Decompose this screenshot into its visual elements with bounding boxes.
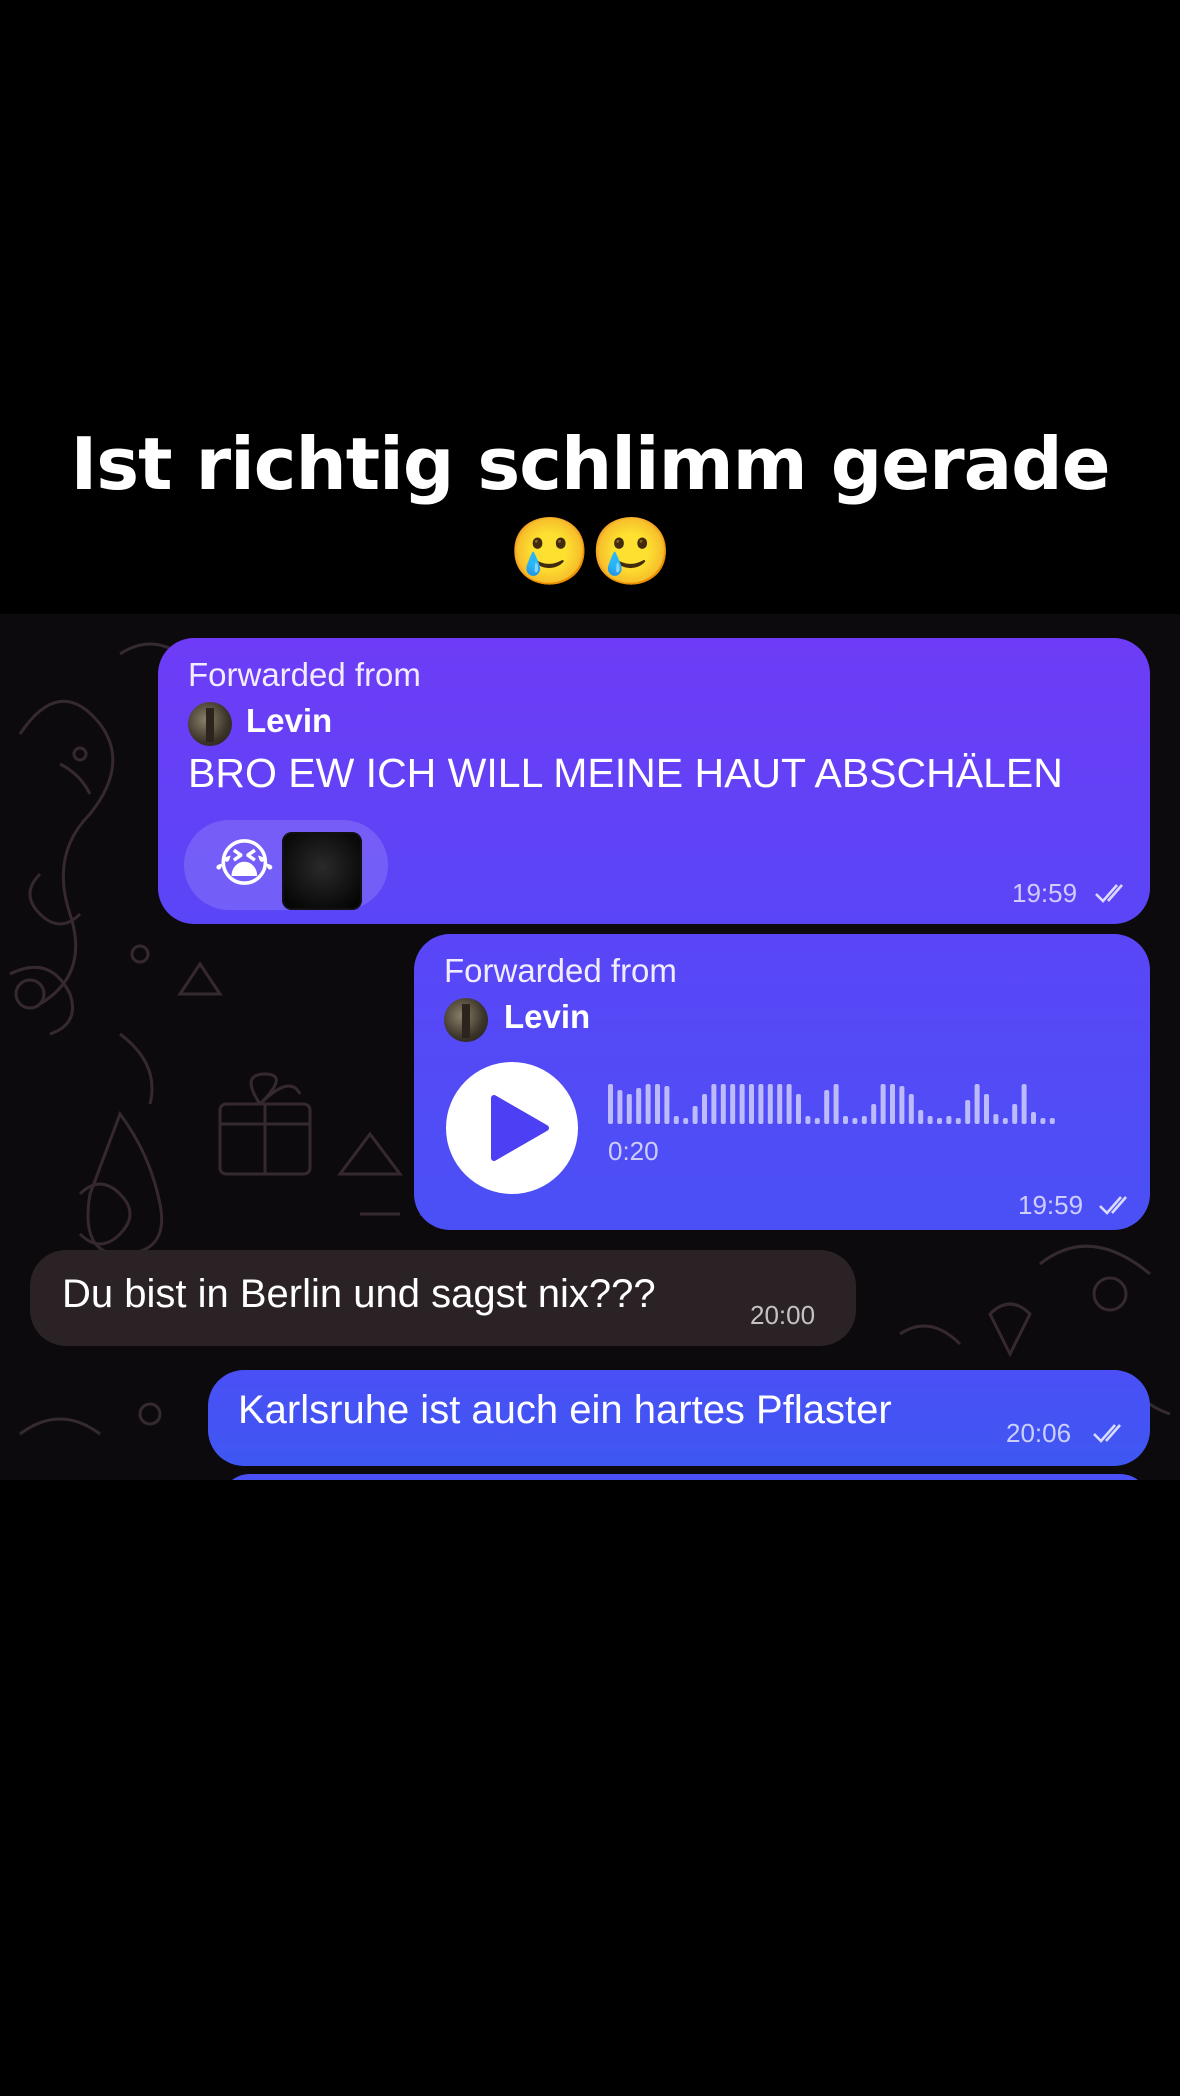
waveform-bar bbox=[955, 1118, 961, 1124]
waveform-bar bbox=[833, 1084, 839, 1124]
avatar[interactable] bbox=[188, 702, 232, 746]
waveform-bar bbox=[730, 1084, 736, 1124]
waveform-bar bbox=[937, 1118, 942, 1124]
waveform-bar bbox=[786, 1084, 792, 1124]
waveform-bar bbox=[683, 1118, 689, 1124]
caption-emoji-line: 🥲🥲 bbox=[508, 513, 672, 590]
waveform-bar bbox=[749, 1084, 754, 1124]
waveform-bar bbox=[1012, 1104, 1018, 1124]
forwarded-sender-name[interactable]: Levin bbox=[504, 998, 590, 1036]
waveform-bar bbox=[739, 1084, 745, 1124]
waveform-bar bbox=[993, 1114, 999, 1124]
voice-waveform[interactable] bbox=[608, 1074, 1098, 1134]
message-text: Karlsruhe ist auch ein hartes Pflaster bbox=[238, 1388, 892, 1432]
forwarded-from-label: Forwarded from bbox=[188, 656, 421, 693]
waveform-bar bbox=[720, 1084, 726, 1124]
waveform-bar bbox=[965, 1100, 971, 1124]
video-caption: Ist richtig schlimm gerade 🥲🥲 bbox=[0, 418, 1180, 594]
play-icon bbox=[491, 1095, 549, 1161]
waveform-bar bbox=[880, 1084, 886, 1124]
waveform-bar bbox=[702, 1094, 707, 1124]
black-square-emoji bbox=[282, 832, 362, 910]
avatar[interactable] bbox=[444, 998, 488, 1042]
waveform-bar bbox=[1021, 1084, 1027, 1124]
caption-line-1: Ist richtig schlimm gerade bbox=[70, 422, 1110, 506]
message-time: 19:59 bbox=[1012, 878, 1078, 908]
message-text: BRO EW ICH WILL MEINE HAUT ABSCHÄLEN bbox=[188, 750, 1063, 796]
waveform-bar bbox=[673, 1116, 679, 1124]
message-time: 19:59 bbox=[1018, 1190, 1084, 1220]
crying-face-reaction: 😭 bbox=[214, 835, 275, 893]
waveform-bar bbox=[1002, 1118, 1008, 1124]
waveform-bar bbox=[824, 1090, 830, 1124]
waveform-bar bbox=[927, 1116, 933, 1124]
message-time: 20:06 bbox=[1006, 1418, 1072, 1448]
waveform-bar bbox=[796, 1094, 801, 1124]
waveform-bar bbox=[843, 1116, 848, 1124]
waveform-bar bbox=[626, 1094, 632, 1124]
waveform-bar bbox=[767, 1084, 773, 1124]
waveform-bar bbox=[636, 1088, 642, 1124]
waveform-bar bbox=[890, 1084, 895, 1124]
voice-play-button[interactable] bbox=[446, 1062, 578, 1194]
double-check-icon bbox=[1093, 1424, 1121, 1443]
waveform-bar bbox=[871, 1104, 877, 1124]
waveform-bar bbox=[852, 1118, 858, 1124]
waveform-bar bbox=[899, 1086, 905, 1124]
chat-screenshot: Forwarded from Levin BRO EW ICH WILL MEI… bbox=[0, 614, 1180, 1480]
waveform-bar bbox=[974, 1084, 980, 1124]
double-check-icon bbox=[1095, 884, 1123, 903]
waveform-bar bbox=[1040, 1118, 1046, 1124]
forwarded-sender-name[interactable]: Levin bbox=[246, 702, 332, 740]
waveform-bar bbox=[861, 1116, 867, 1124]
waveform-bar bbox=[645, 1084, 651, 1124]
waveform-bar bbox=[777, 1084, 783, 1124]
waveform-bar bbox=[617, 1090, 623, 1124]
waveform-bar bbox=[1031, 1112, 1036, 1124]
waveform-bar bbox=[946, 1116, 952, 1124]
waveform-bar bbox=[908, 1094, 914, 1124]
waveform-bar bbox=[692, 1106, 698, 1124]
voice-duration: 0:20 bbox=[608, 1136, 659, 1166]
waveform-bar bbox=[984, 1094, 989, 1124]
waveform-bar bbox=[758, 1084, 764, 1124]
waveform-bar bbox=[805, 1116, 811, 1124]
waveform-bar bbox=[711, 1084, 717, 1124]
waveform-bar bbox=[814, 1118, 820, 1124]
waveform-bar bbox=[918, 1110, 924, 1124]
waveform-bar bbox=[664, 1086, 670, 1124]
message-bubble-partial[interactable] bbox=[220, 1474, 1150, 1480]
waveform-bar bbox=[1049, 1118, 1055, 1124]
waveform-bar bbox=[608, 1084, 613, 1124]
forwarded-from-label: Forwarded from bbox=[444, 952, 677, 989]
waveform-bar bbox=[655, 1084, 660, 1124]
double-check-icon bbox=[1099, 1196, 1127, 1215]
message-text: Du bist in Berlin und sagst nix??? bbox=[62, 1272, 656, 1316]
message-time: 20:00 bbox=[750, 1300, 816, 1330]
